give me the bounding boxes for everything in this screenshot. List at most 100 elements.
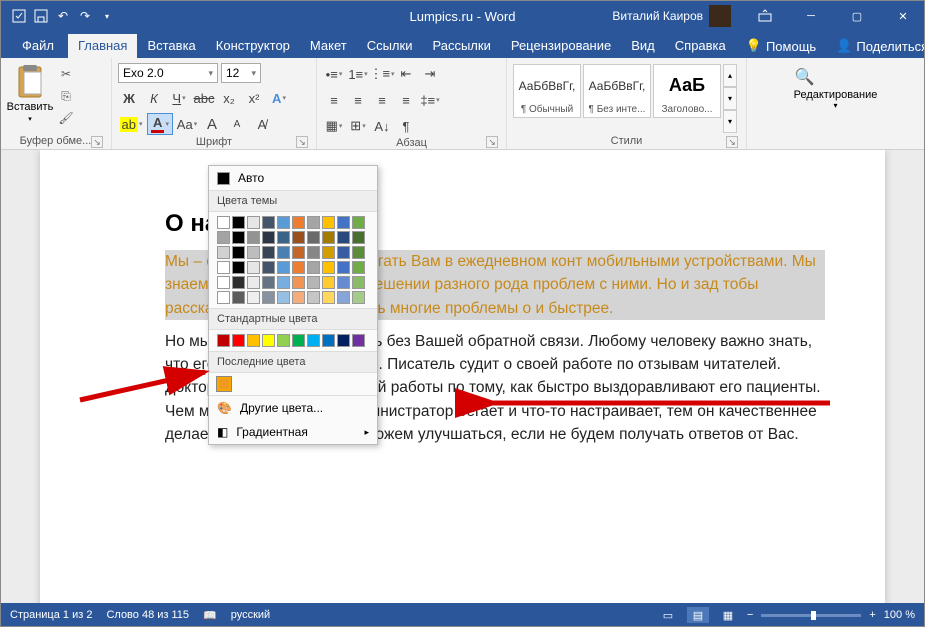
color-swatch[interactable] <box>277 291 290 304</box>
color-swatch[interactable] <box>262 231 275 244</box>
tell-me-button[interactable]: 💡Помощь <box>736 34 826 58</box>
color-swatch[interactable] <box>352 216 365 229</box>
shading-button[interactable]: ▦▾ <box>323 115 345 137</box>
style-no-spacing[interactable]: АаБбВвГг, ¶ Без инте... <box>583 64 651 118</box>
color-auto-item[interactable]: Авто <box>209 166 377 190</box>
bold-button[interactable]: Ж <box>118 87 140 109</box>
color-swatch[interactable] <box>352 246 365 259</box>
color-swatch[interactable] <box>232 276 245 289</box>
color-swatch[interactable] <box>307 216 320 229</box>
change-case-button[interactable]: Aa▾ <box>176 113 198 135</box>
color-swatch[interactable] <box>217 334 230 347</box>
color-swatch[interactable] <box>217 276 230 289</box>
color-swatch[interactable] <box>337 246 350 259</box>
multilevel-button[interactable]: ⋮≡▾ <box>371 63 393 85</box>
color-swatch[interactable] <box>292 231 305 244</box>
color-swatch[interactable] <box>337 261 350 274</box>
align-left-button[interactable]: ≡ <box>323 89 345 111</box>
tab-file[interactable]: Файл <box>8 34 68 58</box>
color-swatch[interactable] <box>307 246 320 259</box>
format-painter-button[interactable]: 🖌 <box>56 109 76 127</box>
color-swatch[interactable] <box>232 231 245 244</box>
color-swatch[interactable] <box>217 246 230 259</box>
undo-icon[interactable]: ↶ <box>56 9 70 23</box>
color-swatch[interactable] <box>307 291 320 304</box>
text-highlight-button[interactable]: ab▾ <box>118 113 144 135</box>
line-spacing-button[interactable]: ‡≡▾ <box>419 89 441 111</box>
color-swatch[interactable] <box>322 261 335 274</box>
color-swatch[interactable] <box>337 216 350 229</box>
color-swatch[interactable] <box>322 334 335 347</box>
tab-help[interactable]: Справка <box>665 34 736 58</box>
redo-icon[interactable]: ↷ <box>78 9 92 23</box>
color-swatch[interactable] <box>292 334 305 347</box>
read-mode-button[interactable]: ▭ <box>657 607 679 623</box>
color-swatch[interactable] <box>247 276 260 289</box>
tab-layout[interactable]: Макет <box>300 34 357 58</box>
color-swatch[interactable] <box>262 246 275 259</box>
copy-button[interactable]: ⎘ <box>56 87 76 105</box>
language-indicator[interactable]: русский <box>231 609 270 621</box>
tab-design[interactable]: Конструктор <box>206 34 300 58</box>
style-normal[interactable]: АаБбВвГг, ¶ Обычный <box>513 64 581 118</box>
color-swatch[interactable] <box>232 216 245 229</box>
color-swatch[interactable] <box>277 276 290 289</box>
maximize-button[interactable]: ▢ <box>835 0 879 32</box>
sort-button[interactable]: A↓ <box>371 115 393 137</box>
color-swatch[interactable] <box>322 276 335 289</box>
color-swatch[interactable] <box>292 261 305 274</box>
color-swatch[interactable] <box>337 334 350 347</box>
find-button[interactable]: 🔍 Редактирование ▾ <box>794 67 878 110</box>
text-effects-button[interactable]: A▾ <box>268 87 290 109</box>
decrease-indent-button[interactable]: ⇤ <box>395 63 417 85</box>
color-swatch[interactable] <box>232 246 245 259</box>
color-swatch[interactable] <box>232 261 245 274</box>
print-layout-button[interactable]: ▤ <box>687 607 709 623</box>
bullets-button[interactable]: •≡▾ <box>323 63 345 85</box>
spell-check-icon[interactable]: 📖 <box>203 609 217 622</box>
tab-mailings[interactable]: Рассылки <box>422 34 500 58</box>
zoom-slider[interactable] <box>761 614 861 617</box>
color-swatch[interactable] <box>262 261 275 274</box>
color-swatch[interactable] <box>337 291 350 304</box>
color-swatch[interactable] <box>352 334 365 347</box>
italic-button[interactable]: К <box>143 87 165 109</box>
close-button[interactable]: ✕ <box>881 0 925 32</box>
color-swatch[interactable] <box>322 246 335 259</box>
color-swatch[interactable] <box>307 276 320 289</box>
color-swatch[interactable] <box>217 231 230 244</box>
font-launcher[interactable]: ↘ <box>296 136 308 148</box>
underline-button[interactable]: Ч▾ <box>168 87 190 109</box>
align-right-button[interactable]: ≡ <box>371 89 393 111</box>
tab-insert[interactable]: Вставка <box>137 34 205 58</box>
more-colors-item[interactable]: 🎨 Другие цвета... <box>209 396 377 420</box>
color-swatch[interactable] <box>352 261 365 274</box>
color-swatch[interactable] <box>277 231 290 244</box>
zoom-out-button[interactable]: − <box>747 609 753 621</box>
color-swatch[interactable] <box>307 334 320 347</box>
style-heading1[interactable]: АаБ Заголово... <box>653 64 721 118</box>
page-indicator[interactable]: Страница 1 из 2 <box>10 609 92 621</box>
zoom-level[interactable]: 100 % <box>884 609 915 621</box>
color-swatch[interactable] <box>277 216 290 229</box>
qat-more-icon[interactable]: ▾ <box>100 9 114 23</box>
color-swatch[interactable] <box>337 276 350 289</box>
styles-launcher[interactable]: ↘ <box>726 136 738 148</box>
ribbon-options-button[interactable] <box>743 0 787 32</box>
font-size-combo[interactable]: 12 <box>221 63 261 83</box>
color-swatch[interactable] <box>262 291 275 304</box>
tab-review[interactable]: Рецензирование <box>501 34 621 58</box>
color-swatch[interactable] <box>307 261 320 274</box>
justify-button[interactable]: ≡ <box>395 89 417 111</box>
font-color-button[interactable]: A▾ <box>147 113 173 135</box>
color-swatch[interactable] <box>292 216 305 229</box>
superscript-button[interactable]: x² <box>243 87 265 109</box>
color-swatch[interactable] <box>322 216 335 229</box>
minimize-button[interactable]: ─ <box>789 0 833 32</box>
font-name-combo[interactable]: Exo 2.0 <box>118 63 218 83</box>
tab-references[interactable]: Ссылки <box>357 34 423 58</box>
save-icon[interactable] <box>34 9 48 23</box>
color-swatch[interactable] <box>277 261 290 274</box>
recent-color-swatch[interactable] <box>217 377 231 391</box>
color-swatch[interactable] <box>352 276 365 289</box>
